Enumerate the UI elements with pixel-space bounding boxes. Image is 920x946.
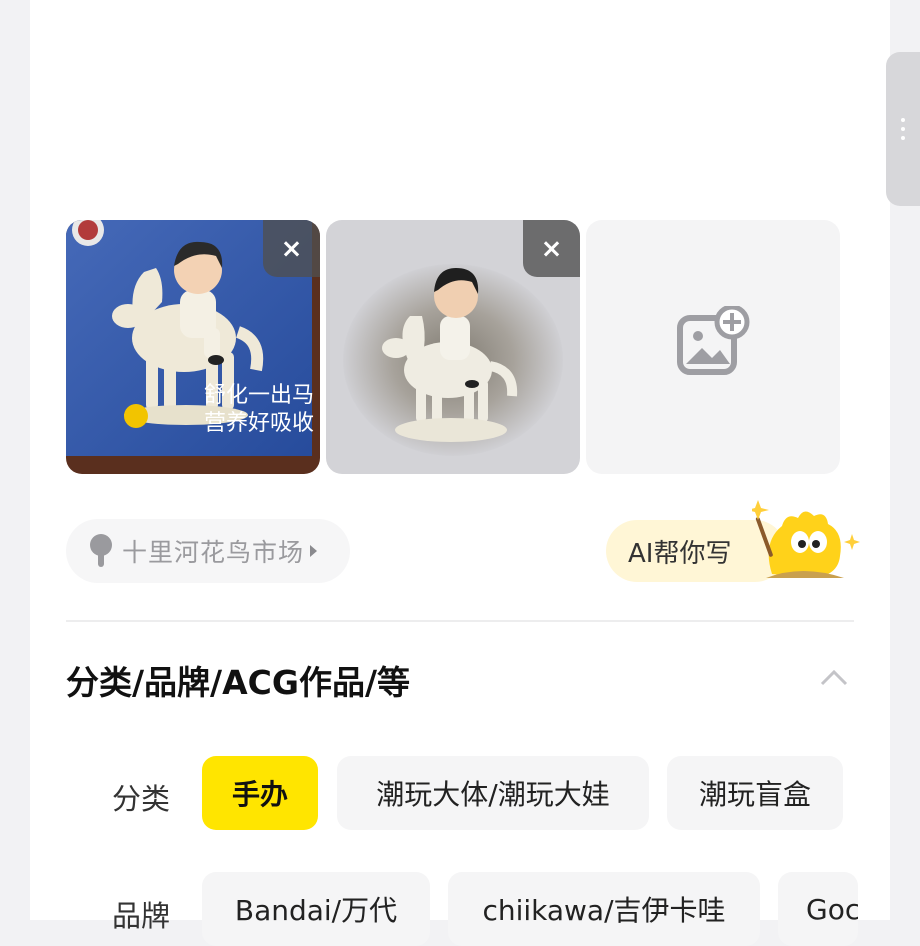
remove-photo-button[interactable]: × xyxy=(263,220,320,277)
category-label: 分类 xyxy=(112,782,171,816)
category-chip-blind-box[interactable]: 潮玩盲盒 xyxy=(667,756,843,830)
add-photo-button[interactable] xyxy=(586,220,840,474)
brand-chip-bandai[interactable]: Bandai/万代 xyxy=(202,872,430,946)
brand-label: 品牌 xyxy=(112,899,171,933)
side-menu-handle[interactable] xyxy=(886,52,920,206)
box-text-line-2: 营养好吸收 xyxy=(204,411,314,436)
category-chip-figure[interactable]: 手办 xyxy=(202,756,318,830)
remove-photo-button[interactable]: × xyxy=(523,220,580,277)
more-icon xyxy=(901,118,905,145)
photo-thumbnail-1[interactable]: 舒化一出马 营养好吸收 × xyxy=(66,220,320,474)
brand-chip-goc[interactable]: Goc xyxy=(778,872,858,946)
ai-write-label: AI帮你写 xyxy=(628,538,732,569)
brand-chip-chiikawa[interactable]: chiikawa/吉伊卡哇 xyxy=(448,872,760,946)
add-image-icon xyxy=(677,306,750,375)
location-pin-icon xyxy=(90,534,112,567)
category-chip-large-toy[interactable]: 潮玩大体/潮玩大娃 xyxy=(337,756,649,830)
chevron-right-icon xyxy=(310,545,318,557)
chevron-up-icon[interactable] xyxy=(820,668,848,686)
section-divider xyxy=(66,620,854,622)
box-text-line-1: 舒化一出马 xyxy=(204,383,314,408)
section-title: 分类/品牌/ACG作品/等 xyxy=(66,663,411,702)
close-icon: × xyxy=(540,233,563,264)
location-text: 十里河花鸟市场 xyxy=(122,538,305,567)
location-selector[interactable]: 十里河花鸟市场 xyxy=(66,519,350,583)
mascot-icon xyxy=(752,500,860,578)
photo-thumbnail-2[interactable]: × xyxy=(326,220,580,474)
close-icon: × xyxy=(280,233,303,264)
